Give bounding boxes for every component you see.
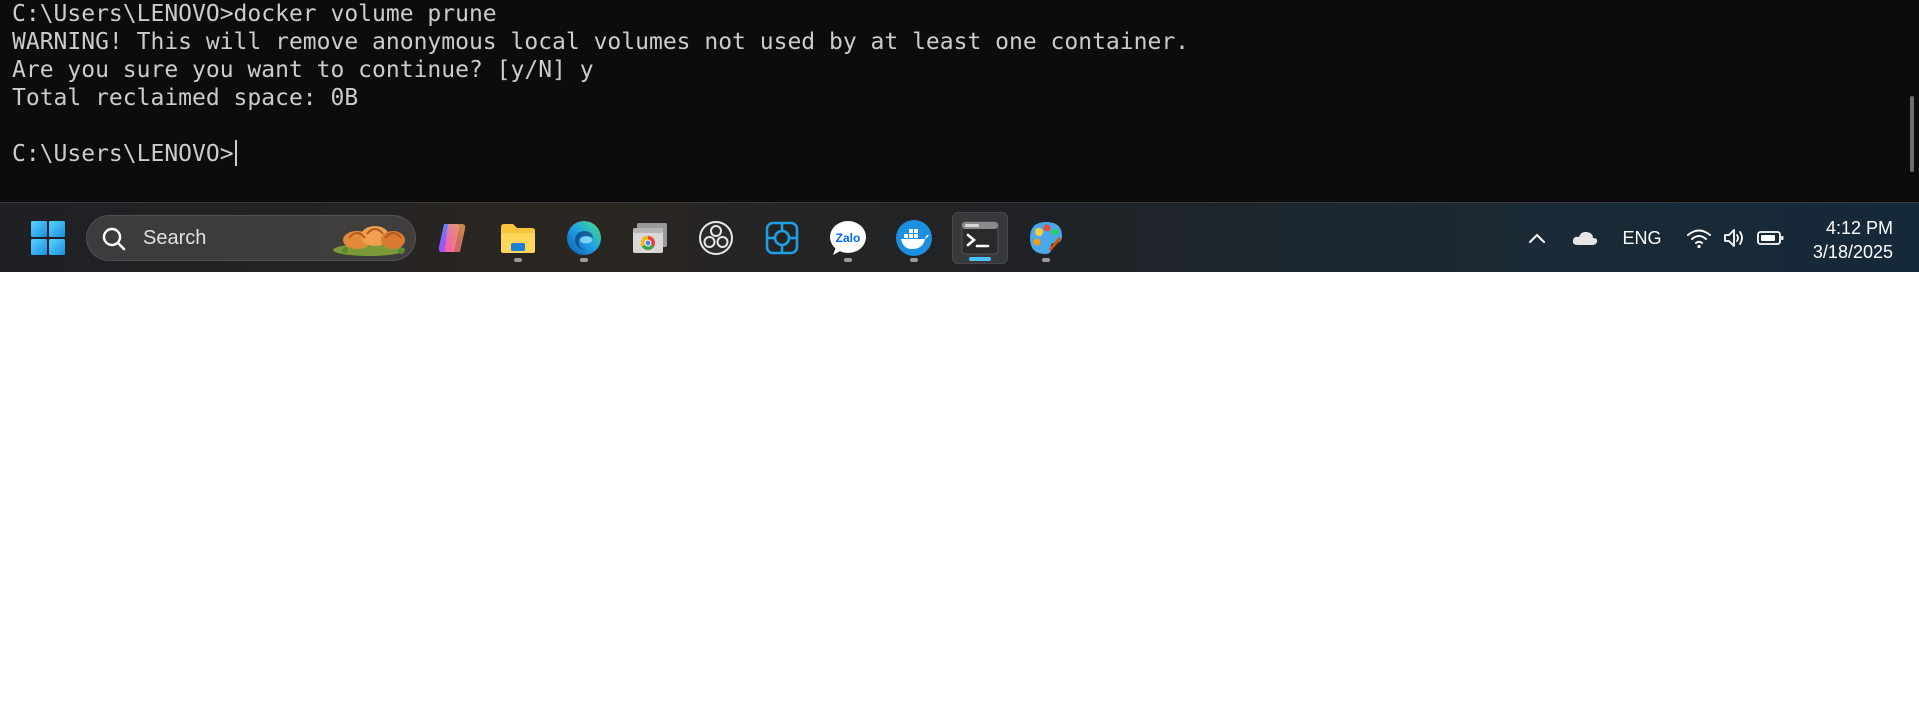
- text-cursor: [234, 140, 237, 166]
- zalo-icon: Zalo: [830, 221, 866, 255]
- battery-icon: [1757, 231, 1784, 245]
- clock-time: 4:12 PM: [1825, 218, 1893, 238]
- empty-area: [0, 272, 1919, 720]
- paint-icon: [1030, 222, 1062, 254]
- terminal-line: C:\Users\LENOVO>docker volume prune: [12, 1, 497, 27]
- search-label: Search: [143, 227, 207, 249]
- show-hidden-icons-button[interactable]: [1522, 203, 1552, 273]
- terminal-window[interactable]: C:\Users\LENOVO>docker volume prune WARN…: [0, 0, 1919, 202]
- taskbar-app-edge[interactable]: [556, 212, 612, 264]
- taskbar-app-screen-capture[interactable]: [754, 212, 810, 264]
- running-indicator: [580, 258, 588, 262]
- terminal-prompt: C:\Users\LENOVO>: [12, 141, 234, 167]
- clock-button[interactable]: 4:12 PM 3/18/2025: [1813, 216, 1893, 264]
- terminal-icon: [961, 221, 999, 255]
- volume-button[interactable]: [1719, 203, 1749, 273]
- search-highlight-image: [333, 226, 405, 256]
- clock-date: 3/18/2025: [1812, 242, 1893, 262]
- cloud-icon: [1572, 231, 1598, 245]
- taskbar-app-zalo[interactable]: Zalo: [820, 212, 876, 264]
- battery-button[interactable]: [1755, 203, 1787, 273]
- zalo-logo-text: Zalo: [836, 231, 861, 245]
- taskbar-app-terminal[interactable]: [952, 212, 1008, 264]
- terminal-output: C:\Users\LENOVO>docker volume prune WARN…: [12, 0, 1189, 168]
- copilot-icon: [438, 224, 466, 252]
- edge-icon: [567, 221, 601, 255]
- terminal-line: Are you sure you want to continue? [y/N]…: [12, 57, 594, 83]
- screen-capture-icon: [765, 221, 799, 255]
- speaker-icon: [1724, 229, 1743, 247]
- terminal-line: Total reclaimed space: 0B: [12, 85, 359, 111]
- taskbar-app-docker[interactable]: [886, 212, 942, 264]
- obs-icon: [699, 221, 733, 255]
- chevron-up-icon: [1529, 233, 1545, 243]
- terminal-line: WARNING! This will remove anonymous loca…: [12, 29, 1190, 55]
- search-icon: [102, 227, 126, 251]
- network-button[interactable]: [1684, 203, 1714, 273]
- taskbar-search-box[interactable]: Search: [86, 215, 416, 261]
- onedrive-button[interactable]: [1570, 203, 1600, 273]
- start-button[interactable]: [20, 212, 76, 264]
- taskbar: Search Zalo ENG 4:12 PM 3/18/2025: [0, 202, 1919, 272]
- windows-start-icon: [31, 221, 65, 255]
- file-explorer-icon: [501, 224, 535, 253]
- running-indicator: [514, 258, 522, 262]
- running-indicator: [844, 258, 852, 262]
- taskbar-app-paint[interactable]: [1018, 212, 1074, 264]
- chrome-window-icon: [633, 223, 667, 253]
- wifi-icon: [1687, 229, 1711, 249]
- language-indicator: ENG: [1622, 227, 1662, 248]
- taskbar-app-copilot[interactable]: [424, 212, 480, 264]
- running-indicator: [910, 258, 918, 262]
- taskbar-app-file-explorer[interactable]: [490, 212, 546, 264]
- taskbar-app-obs[interactable]: [688, 212, 744, 264]
- terminal-prompt-line[interactable]: C:\Users\LENOVO>: [12, 140, 1189, 168]
- taskbar-app-chrome-window[interactable]: [622, 212, 678, 264]
- running-indicator: [1042, 258, 1050, 262]
- active-indicator: [969, 257, 991, 261]
- docker-icon: [896, 220, 932, 256]
- terminal-scrollbar[interactable]: [1910, 96, 1914, 172]
- input-language-button[interactable]: ENG: [1620, 203, 1664, 273]
